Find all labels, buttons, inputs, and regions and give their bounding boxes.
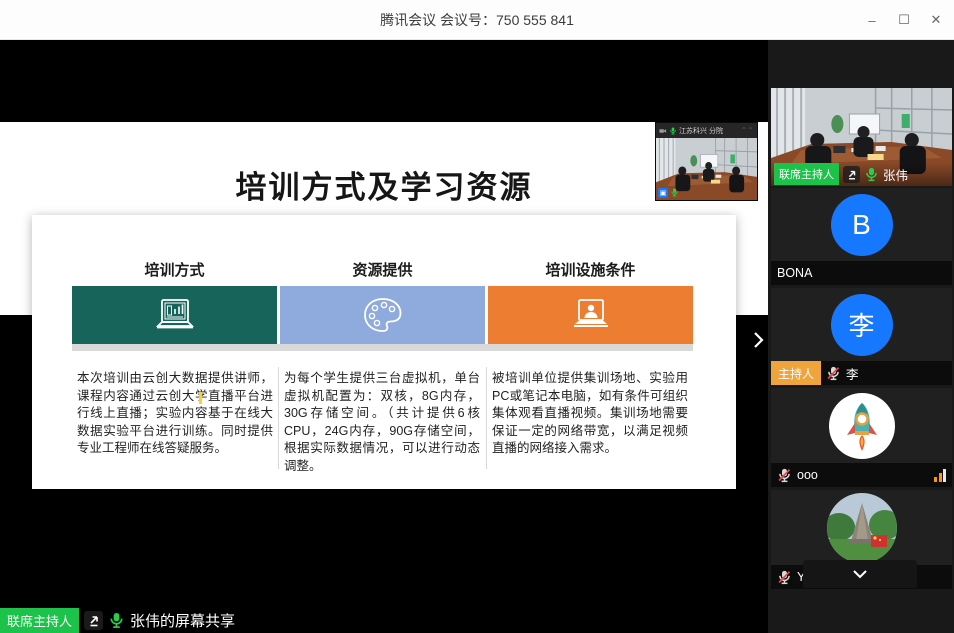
participant-sidebar: 联席主持人 张伟 B BONA 李 主持人	[768, 40, 954, 633]
screen-share-icon	[84, 611, 103, 630]
palette-icon	[361, 296, 405, 334]
mic-on-icon	[864, 166, 879, 183]
participant-count-icon: ▣	[658, 188, 668, 198]
thumbnail-video: ▣	[656, 138, 757, 200]
slide-title: 培训方式及学习资源	[0, 162, 768, 207]
column-text-2: 为每个学生提供三台虚拟机，单台虚拟机配置为：双核，8G内存，30G存储空间。（共…	[284, 370, 480, 476]
column-text-1: 本次培训由云创大数据提供讲师，课程内容通过云创大学直播平台进行线上直播；实验内容…	[77, 370, 273, 458]
mic-muted-icon	[826, 365, 841, 382]
mic-muted-icon	[777, 569, 792, 586]
participant-name: BONA	[777, 266, 812, 280]
avatar-zone	[771, 388, 952, 463]
maximize-button[interactable]: ☐	[888, 0, 920, 40]
mic-on-icon	[670, 187, 679, 198]
thumbnail-caption: 江苏科兴 分院	[679, 126, 739, 136]
participant-info-row: 主持人 李	[771, 361, 952, 385]
collapse-panel-button[interactable]	[803, 560, 917, 588]
column-bar-3	[488, 286, 693, 344]
column-divider	[278, 367, 279, 469]
avatar-zone	[771, 490, 952, 565]
participant-name: ooo	[797, 468, 818, 482]
column-divider	[486, 367, 487, 469]
window-title: 腾讯会议 会议号：750 555 841	[380, 10, 574, 30]
cohost-badge: 联席主持人	[0, 608, 79, 633]
photo-avatar	[827, 493, 897, 563]
chevron-right-icon	[752, 330, 764, 350]
meeting-logo-icon: ⌃⌃	[741, 126, 754, 135]
column-header-2: 资源提供	[280, 259, 485, 280]
mic-icon	[669, 126, 677, 136]
rocket-avatar	[829, 393, 895, 459]
laptop-user-icon	[570, 297, 612, 333]
participant-info-row: ooo	[771, 463, 952, 487]
participant-tile-zhangwei[interactable]: 联席主持人 张伟	[771, 88, 952, 186]
participant-name: 张伟	[883, 165, 908, 184]
participant-tile-bona[interactable]: B BONA	[771, 188, 952, 285]
bar-shadow-strip	[72, 344, 693, 351]
avatar: B	[831, 194, 893, 256]
host-badge: 主持人	[771, 361, 821, 385]
camera-icon	[659, 126, 667, 136]
chevron-down-icon	[851, 568, 869, 580]
participant-name: 李	[846, 364, 859, 383]
participant-info-row: BONA	[771, 261, 952, 285]
column-text-3: 被培训单位提供集训场地、实验用PC或笔记本电脑，如有条件可组织集体观看直播视频。…	[492, 370, 688, 458]
close-button[interactable]: ✕	[920, 0, 952, 40]
column-header-1: 培训方式	[72, 259, 277, 280]
floating-video-thumbnail[interactable]: 江苏科兴 分院 ⌃⌃ ▣	[655, 122, 758, 201]
slide-content-card: 培训方式 资源提供 培训设施条件	[32, 215, 736, 489]
text-cursor	[199, 392, 202, 404]
participant-tile-ooo[interactable]: ooo	[771, 388, 952, 487]
cohost-badge: 联席主持人	[774, 163, 839, 185]
participant-tile-li[interactable]: 李 主持人 李	[771, 288, 952, 385]
tencent-meeting-window: 腾讯会议 会议号：750 555 841 – ☐ ✕ 培训方式及学习资源 培训方…	[0, 0, 954, 633]
sharing-status-bar: 联席主持人 张伟的屏幕共享	[0, 607, 235, 633]
mic-muted-icon	[777, 467, 792, 484]
avatar-zone: B	[771, 188, 952, 261]
mic-on-icon	[108, 611, 125, 630]
window-titlebar[interactable]: 腾讯会议 会议号：750 555 841 – ☐ ✕	[0, 0, 954, 40]
column-bar-1	[72, 286, 277, 344]
thumbnail-badges: ▣	[658, 187, 679, 198]
avatar: 李	[831, 294, 893, 356]
column-bar-2	[280, 286, 485, 344]
participant-info-row: 联席主持人 张伟	[771, 162, 952, 186]
window-controls: – ☐ ✕	[856, 0, 952, 40]
avatar-zone: 李	[771, 288, 952, 361]
minimize-button[interactable]: –	[856, 0, 888, 40]
laptop-chart-icon	[154, 297, 196, 333]
thumbnail-header: 江苏科兴 分院 ⌃⌃	[656, 123, 757, 138]
column-header-3: 培训设施条件	[488, 259, 693, 280]
screen-share-area: 培训方式及学习资源 培训方式 资源提供 培训设施条件	[0, 40, 768, 633]
screen-share-icon	[843, 166, 860, 183]
sharing-status-label: 张伟的屏幕共享	[130, 610, 235, 631]
weak-signal-icon	[934, 469, 946, 482]
sidebar-toggle-chevron[interactable]	[748, 326, 768, 354]
